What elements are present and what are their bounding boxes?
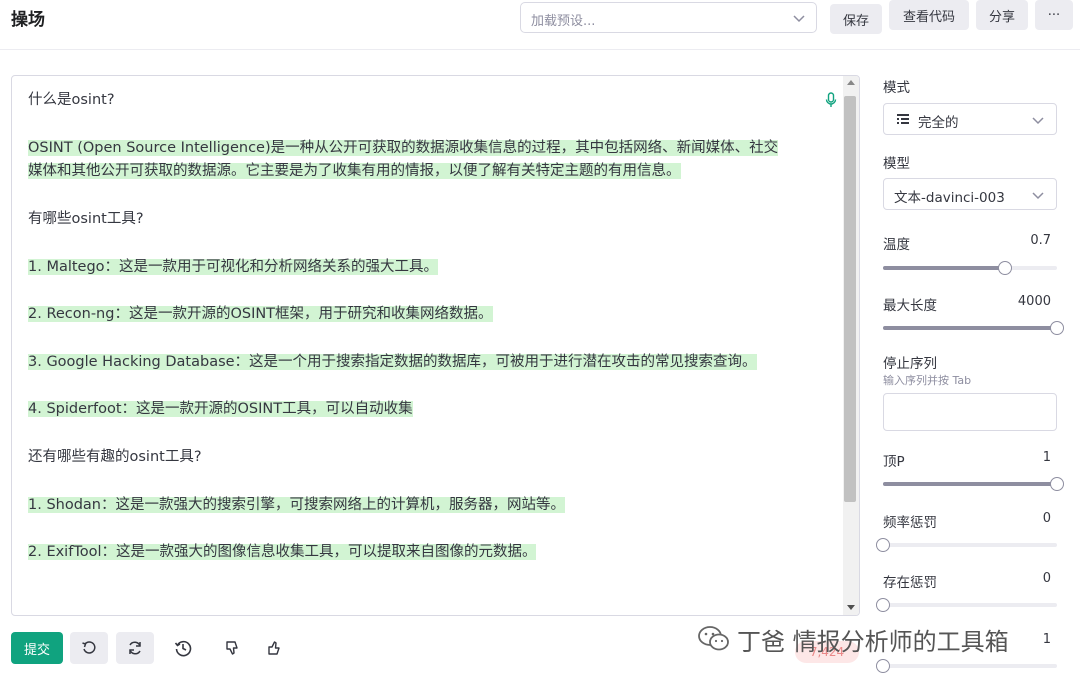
top-header: 操场 加载预设... 保存 查看代码 分享 ··· bbox=[0, 0, 1080, 50]
watermark: 丁爸 情报分析师的工具箱 bbox=[697, 620, 1009, 658]
model-select[interactable]: 文本-davinci-003 bbox=[883, 178, 1057, 210]
wechat-icon bbox=[698, 626, 729, 651]
editor-text[interactable]: 什么是osint? OSINT (Open Source Intelligence… bbox=[28, 89, 788, 589]
max-length-label: 最大长度 bbox=[883, 298, 937, 314]
list-icon bbox=[897, 114, 909, 124]
chevron-down-icon bbox=[1032, 192, 1044, 200]
watermark-text: 丁爸 情报分析师的工具箱 bbox=[737, 627, 1009, 656]
load-preset-select[interactable]: 加载预设... bbox=[520, 2, 817, 33]
history-icon[interactable] bbox=[171, 636, 195, 660]
temperature-label: 温度 bbox=[883, 237, 910, 253]
more-options-button[interactable]: ··· bbox=[1035, 0, 1073, 30]
view-code-button[interactable]: 查看代码 bbox=[889, 0, 969, 30]
scroll-up-arrow-icon[interactable] bbox=[847, 80, 855, 85]
undo-button[interactable] bbox=[70, 632, 108, 664]
stop-sequence-label: 停止序列 bbox=[883, 356, 937, 372]
prompt-text: 还有哪些有趣的osint工具? bbox=[28, 448, 202, 465]
editor-paragraph[interactable]: 1. Maltego：这是一款用于可视化和分析网络关系的强大工具。 bbox=[28, 256, 788, 280]
save-button[interactable]: 保存 bbox=[830, 4, 882, 34]
prompt-editor[interactable]: 什么是osint? OSINT (Open Source Intelligence… bbox=[11, 75, 860, 616]
editor-paragraph[interactable]: 有哪些osint工具? bbox=[28, 208, 788, 232]
scrollbar-thumb[interactable] bbox=[844, 96, 856, 502]
regenerate-button[interactable] bbox=[116, 632, 154, 664]
model-label: 模型 bbox=[883, 156, 910, 172]
refresh-icon bbox=[129, 641, 141, 655]
frequency-penalty-slider[interactable] bbox=[876, 538, 1057, 552]
temperature-value: 0.7 bbox=[1030, 233, 1051, 248]
slider-handle[interactable] bbox=[876, 659, 890, 673]
completion-text: 1. Maltego：这是一款用于可视化和分析网络关系的强大工具。 bbox=[28, 258, 439, 275]
thumbs-down-icon[interactable] bbox=[220, 636, 244, 660]
max-length-value: 4000 bbox=[1017, 294, 1051, 309]
completion-text: 3. Google Hacking Database：这是一个用于搜索指定数据的… bbox=[28, 353, 757, 370]
scroll-down-arrow-icon[interactable] bbox=[847, 605, 855, 610]
editor-paragraph[interactable]: 2. ExifTool：这是一款强大的图像信息收集工具，可以提取来自图像的元数据… bbox=[28, 541, 788, 565]
completion-text: OSINT (Open Source Intelligence)是一种从公开可获… bbox=[28, 139, 779, 180]
prompt-text: 什么是osint? bbox=[28, 92, 115, 108]
stop-sequence-hint: 输入序列并按 Tab bbox=[883, 374, 972, 387]
top-p-slider[interactable] bbox=[883, 477, 1064, 491]
undo-icon bbox=[82, 641, 96, 654]
slider-handle[interactable] bbox=[876, 538, 890, 552]
frequency-penalty-value: 0 bbox=[1042, 511, 1051, 526]
editor-paragraph[interactable]: 3. Google Hacking Database：这是一个用于搜索指定数据的… bbox=[28, 351, 788, 375]
editor-paragraph[interactable]: 什么是osint? bbox=[28, 89, 788, 113]
completion-text: 4. Spiderfoot：这是一款开源的OSINT工具，可以自动收集 bbox=[28, 401, 413, 418]
editor-paragraph[interactable]: 2. Recon-ng：这是一款开源的OSINT框架，用于研究和收集网络数据。 bbox=[28, 303, 788, 327]
best-of-slider[interactable] bbox=[876, 659, 1057, 673]
chevron-down-icon bbox=[793, 15, 805, 23]
slider-handle[interactable] bbox=[998, 261, 1012, 275]
page-title: 操场 bbox=[11, 10, 45, 30]
editor-paragraph[interactable]: 还有哪些有趣的osint工具? bbox=[28, 446, 788, 470]
presence-penalty-label: 存在惩罚 bbox=[883, 575, 937, 591]
editor-paragraph[interactable]: 4. Spiderfoot：这是一款开源的OSINT工具，可以自动收集 bbox=[28, 398, 788, 422]
thumbs-up-icon[interactable] bbox=[262, 636, 286, 660]
best-of-value: 1 bbox=[1042, 632, 1051, 647]
slider-handle[interactable] bbox=[876, 598, 890, 612]
completion-text: 2. Recon-ng：这是一款开源的OSINT框架，用于研究和收集网络数据。 bbox=[28, 306, 493, 323]
presence-penalty-slider[interactable] bbox=[876, 598, 1057, 612]
completion-text: 2. ExifTool：这是一款强大的图像信息收集工具，可以提取来自图像的元数据… bbox=[28, 544, 537, 561]
top-p-label: 顶P bbox=[883, 454, 905, 470]
presence-penalty-value: 0 bbox=[1042, 571, 1051, 586]
prompt-text: 有哪些osint工具? bbox=[28, 210, 144, 227]
chevron-down-icon bbox=[1032, 117, 1044, 125]
temperature-slider[interactable] bbox=[883, 261, 1057, 275]
microphone-icon[interactable] bbox=[825, 92, 837, 108]
slider-handle[interactable] bbox=[1050, 477, 1064, 491]
editor-scrollbar[interactable] bbox=[843, 76, 859, 615]
model-value: 文本-davinci-003 bbox=[894, 190, 1005, 206]
mode-label: 模式 bbox=[883, 80, 910, 96]
max-length-slider[interactable] bbox=[883, 321, 1064, 335]
share-button[interactable]: 分享 bbox=[976, 0, 1028, 30]
mode-value: 完全的 bbox=[918, 115, 959, 131]
preset-placeholder: 加载预设... bbox=[531, 14, 596, 29]
editor-paragraph[interactable]: 1. Shodan：这是一款强大的搜索引擎，可搜索网络上的计算机，服务器，网站等… bbox=[28, 494, 788, 518]
mode-select[interactable]: 完全的 bbox=[883, 103, 1057, 135]
completion-text: 1. Shodan：这是一款强大的搜索引擎，可搜索网络上的计算机，服务器，网站等… bbox=[28, 496, 565, 513]
submit-button[interactable]: 提交 bbox=[11, 632, 63, 664]
top-p-value: 1 bbox=[1042, 450, 1051, 465]
stop-sequence-input[interactable] bbox=[883, 393, 1057, 431]
editor-paragraph[interactable]: OSINT (Open Source Intelligence)是一种从公开可获… bbox=[28, 137, 788, 185]
frequency-penalty-label: 频率惩罚 bbox=[883, 515, 937, 531]
slider-handle[interactable] bbox=[1050, 321, 1064, 335]
